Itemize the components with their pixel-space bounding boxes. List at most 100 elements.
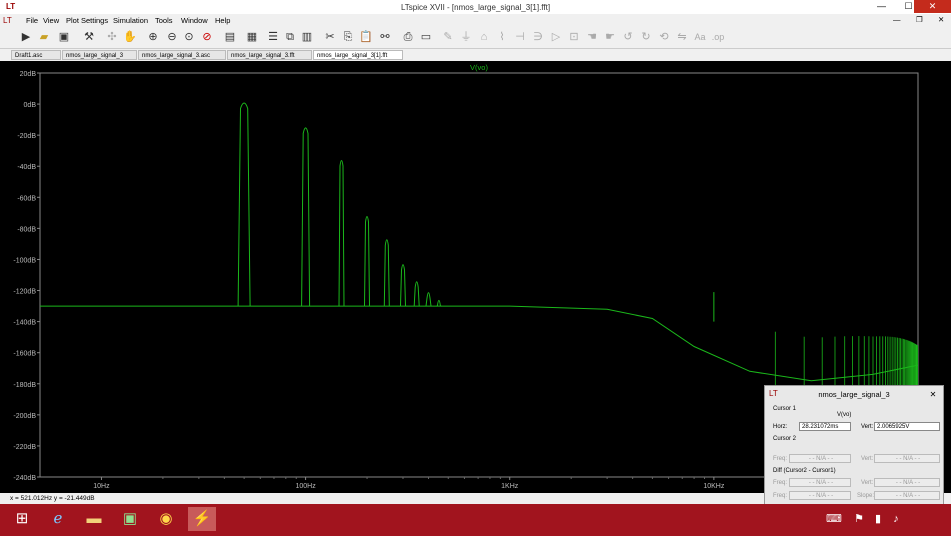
cursor-window[interactable]: nmos_large_signal_3 LT ✕ Cursor 1 V(vo) … xyxy=(764,385,944,507)
copy-icon[interactable]: ⎘ xyxy=(340,29,356,45)
resistor-icon[interactable]: ⌇ xyxy=(494,29,510,45)
tab-nmos-large-signal-3-asc[interactable]: nmos_large_signal_3.asc xyxy=(138,50,226,60)
cascade-icon[interactable]: ⧉ xyxy=(282,29,298,45)
cursor-window-title: nmos_large_signal_3 xyxy=(818,390,890,399)
mdi-restore-button[interactable]: ❐ xyxy=(916,15,923,24)
menu-tools[interactable]: Tools xyxy=(155,16,173,25)
mdi-minimize-button[interactable]: — xyxy=(893,15,901,24)
horz-label: Horz: xyxy=(773,424,788,430)
zoom-full-icon[interactable]: ⊙ xyxy=(181,29,197,45)
keyboard-icon[interactable]: ⌨ xyxy=(820,507,848,531)
harmonic-peak xyxy=(413,281,420,307)
y-tick-label: -40dB xyxy=(17,164,36,171)
menu-file[interactable]: File xyxy=(26,16,38,25)
start-windows-icon[interactable]: ⊞ xyxy=(8,507,36,531)
y-tick-label: -140dB xyxy=(13,320,36,327)
cursor-window-close-button[interactable]: ✕ xyxy=(927,389,939,400)
zoom-out-icon[interactable]: ⊖ xyxy=(164,29,180,45)
autorange-icon[interactable]: ✣ xyxy=(104,29,120,45)
hammer-icon[interactable]: ⚒ xyxy=(81,29,97,45)
taskbar: ⊞ ℯ ▬ ▣ ◉ ⚡ ⌨ ⚑ ▮ ♪ xyxy=(0,504,951,536)
cursor2-vert-field: - - N/A - - xyxy=(874,454,940,463)
find-binoculars-icon[interactable]: ⚯ xyxy=(377,29,393,45)
title-bar: LT LTspice XVII - [nmos_large_signal_3[1… xyxy=(0,0,951,14)
file-explorer-icon[interactable]: ▬ xyxy=(80,507,108,531)
print-setup-icon[interactable]: ▭ xyxy=(418,29,434,45)
document-system-icon[interactable]: LT xyxy=(3,16,12,25)
internet-explorer-icon[interactable]: ℯ xyxy=(44,507,72,531)
zoom-in-icon[interactable]: ⊕ xyxy=(145,29,161,45)
spice-directive-icon[interactable]: .op xyxy=(710,29,726,45)
undo-icon[interactable]: ↺ xyxy=(620,29,636,45)
y-tick-label: -20dB xyxy=(17,133,36,140)
menu-plot-settings[interactable]: Plot Settings xyxy=(66,16,108,25)
diff-freq2-label: Freq: xyxy=(773,493,788,499)
y-tick-label: -160dB xyxy=(13,351,36,358)
print-icon[interactable]: ⎙ xyxy=(400,29,416,45)
menu-simulation[interactable]: Simulation xyxy=(113,16,148,25)
pan-hand-icon[interactable]: ✋ xyxy=(122,29,138,45)
cursor1-label: Cursor 1 xyxy=(773,406,797,412)
paste-icon[interactable]: 📋 xyxy=(358,29,374,45)
inductor-icon[interactable]: ∋ xyxy=(530,29,546,45)
x-tick-label: 10KHz xyxy=(703,483,725,490)
ltspice-taskbar-icon[interactable]: ⚡ xyxy=(188,507,216,531)
diode-icon[interactable]: ▷ xyxy=(548,29,564,45)
cut-icon[interactable]: ✂ xyxy=(322,29,338,45)
y-tick-label: -200dB xyxy=(13,413,36,420)
horz-value-field[interactable]: 28.231072ms xyxy=(799,422,851,431)
tab-nmos-large-signal-3[interactable]: nmos_large_signal_3 xyxy=(62,50,137,60)
open-folder-icon[interactable]: ▰ xyxy=(36,29,52,45)
capacitor-icon[interactable]: ⊣ xyxy=(512,29,528,45)
menu-bar: LT File View Plot Settings Simulation To… xyxy=(0,14,951,27)
grid-icon[interactable]: ▦ xyxy=(244,29,260,45)
autorange-y-icon[interactable]: ▤ xyxy=(222,29,238,45)
menu-help[interactable]: Help xyxy=(215,16,230,25)
cursor2-label: Cursor 2 xyxy=(773,436,797,442)
draw-wire-icon[interactable]: ✎ xyxy=(440,29,456,45)
run-icon[interactable]: ▶ xyxy=(18,29,34,45)
harmonic-peak xyxy=(338,160,345,307)
menu-window[interactable]: Window xyxy=(181,16,208,25)
ground-icon[interactable]: ⏚ xyxy=(458,29,474,45)
cursor2-freq-field: - - N/A - - xyxy=(789,454,851,463)
volume-icon[interactable]: ♪ xyxy=(882,507,910,531)
tile-horizontal-icon[interactable]: ☰ xyxy=(265,29,281,45)
menu-view[interactable]: View xyxy=(43,16,59,25)
tab-draft1[interactable]: Draft1.asc xyxy=(11,50,61,60)
diff-label: Diff (Cursor2 - Cursor1) xyxy=(773,468,836,474)
diff-vert-field: - - N/A - - xyxy=(874,478,940,487)
text-icon[interactable]: Aa xyxy=(692,29,708,45)
mdi-close-button[interactable]: ✕ xyxy=(938,15,944,24)
vert-label: Vert: xyxy=(861,424,874,430)
drag-hand-icon[interactable]: ☛ xyxy=(602,29,618,45)
y-tick-label: 20dB xyxy=(20,71,37,78)
chrome-icon[interactable]: ◉ xyxy=(152,507,180,531)
store-icon[interactable]: ▣ xyxy=(116,507,144,531)
y-tick-label: -180dB xyxy=(13,382,36,389)
mirror-icon[interactable]: ⇋ xyxy=(674,29,690,45)
close-button[interactable]: ✕ xyxy=(914,0,951,13)
minimize-button[interactable]: — xyxy=(868,0,895,13)
harmonic-peak xyxy=(425,292,432,307)
harmonic-peak xyxy=(383,239,390,307)
slope-field: - - N/A - - xyxy=(874,491,940,500)
harmonic-peak xyxy=(436,299,442,307)
tile-vertical-icon[interactable]: ▥ xyxy=(299,29,315,45)
label-net-icon[interactable]: ⌂ xyxy=(476,29,492,45)
y-tick-label: -220dB xyxy=(13,444,36,451)
save-icon[interactable]: ▣ xyxy=(56,29,72,45)
tab-nmos-large-signal-3-fft[interactable]: nmos_large_signal_3.fft xyxy=(227,50,312,60)
rotate-icon[interactable]: ⟲ xyxy=(656,29,672,45)
redo-icon[interactable]: ↻ xyxy=(638,29,654,45)
move-hand-icon[interactable]: ☚ xyxy=(584,29,600,45)
tab-nmos-large-signal-3-1-fft[interactable]: nmos_large_signal_3[1].fft xyxy=(313,50,403,60)
component-icon[interactable]: ⊡ xyxy=(566,29,582,45)
diff-freq-label: Freq: xyxy=(773,480,788,486)
cursor2-freq-label: Freq: xyxy=(773,456,788,462)
cursor1-trace: V(vo) xyxy=(837,412,852,418)
harmonic-peak xyxy=(237,102,251,307)
zoom-cancel-icon[interactable]: ⊘ xyxy=(199,29,215,45)
vert-value-field[interactable]: 2.0065925V xyxy=(874,422,940,431)
ltspice-small-icon: LT xyxy=(769,389,778,398)
